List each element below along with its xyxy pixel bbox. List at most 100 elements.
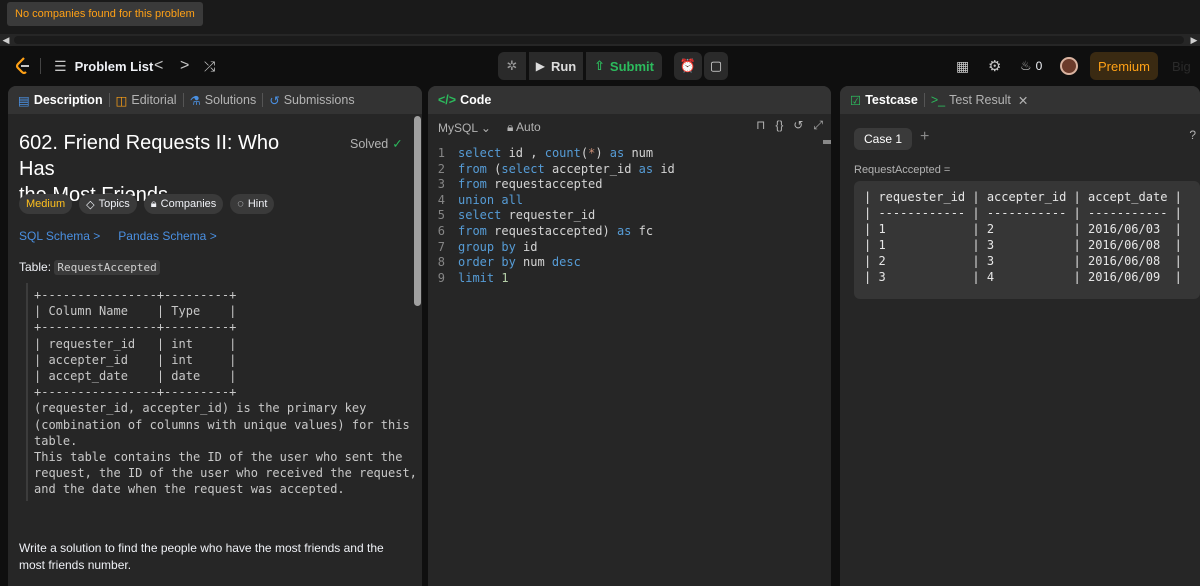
tab-editorial[interactable]: ◫ Editorial <box>116 93 177 108</box>
code-line[interactable]: 4 union all <box>428 193 818 209</box>
close-icon[interactable]: ✕ <box>1018 93 1028 108</box>
play-icon: ▶ <box>535 59 545 73</box>
chevron-right-icon: > <box>209 229 217 243</box>
code-text: group by id <box>458 239 538 254</box>
case-1-tab[interactable]: Case 1 <box>854 128 912 150</box>
avatar[interactable] <box>1060 46 1078 86</box>
solved-status: Solved ✓ <box>350 136 403 152</box>
problem-statement: Write a solution to find the people who … <box>19 541 384 572</box>
testcase-panel: ☑ Testcase >_ Test Result ✕ Case 1 + ? R… <box>840 86 1200 586</box>
chevron-down-icon: ⌄ <box>480 120 491 135</box>
code-panel-header: </> Code <box>428 86 831 114</box>
line-number: 1 <box>437 146 445 160</box>
book-icon: ◫ <box>115 93 128 108</box>
code-line[interactable]: 3 from requestaccepted <box>428 177 818 193</box>
braces-icon[interactable]: {} <box>775 118 783 133</box>
shuffle-icon[interactable]: ⤮ <box>204 46 215 86</box>
code-line[interactable]: 2 from (select accepter_id as id <box>428 162 818 178</box>
code-line[interactable]: 1 select id , count(*) as num <box>428 146 818 162</box>
reset-icon[interactable]: ↺ <box>793 118 803 133</box>
code-text: select requester_id <box>458 208 596 223</box>
big-text-fragment: Big <box>1172 58 1191 74</box>
schema-block: +----------------+---------+ | Column Na… <box>26 283 417 501</box>
streak-counter[interactable]: ♨ 0 <box>1020 46 1042 86</box>
prev-problem-button[interactable]: < <box>154 46 163 86</box>
scroll-right-icon[interactable]: ▶ <box>1188 34 1200 46</box>
run-controls: ✲ ▶ Run ⇧ Submit <box>498 52 662 80</box>
tag-icon: ◇ <box>86 198 95 211</box>
code-line[interactable]: 5 select requester_id <box>428 208 818 224</box>
gear-icon[interactable]: ⚙ <box>988 46 1001 86</box>
tab-solutions[interactable]: ⚗ Solutions <box>190 93 257 108</box>
bug-icon: ✲ <box>506 58 518 73</box>
tab-submissions[interactable]: ↺ Submissions <box>269 93 354 108</box>
line-number: 8 <box>437 255 445 270</box>
companies-pill[interactable]: 🔒︎ Companies <box>143 194 224 214</box>
help-icon[interactable]: ? <box>1189 128 1196 142</box>
schema-links: SQL Schema > Pandas Schema > <box>19 229 217 243</box>
sql-schema-link[interactable]: SQL Schema > <box>19 229 100 243</box>
chevron-right-icon: > <box>93 229 101 243</box>
line-number: 4 <box>437 192 445 207</box>
scroll-left-icon[interactable]: ◀ <box>0 34 12 46</box>
submit-button[interactable]: ⇧ Submit <box>586 52 662 80</box>
lock-icon: 🔒︎ <box>506 120 514 134</box>
line-number: 5 <box>437 208 445 223</box>
problem-list-button[interactable]: ☰ Problem List <box>54 46 153 86</box>
pandas-schema-link[interactable]: Pandas Schema > <box>118 229 216 243</box>
hint-pill[interactable]: ◌ Hint <box>230 194 275 214</box>
code-text: union all <box>458 192 524 207</box>
code-line[interactable]: 8 order by num desc <box>428 255 818 271</box>
run-button[interactable]: ▶ Run <box>529 52 583 80</box>
layout-icon[interactable]: ▦ <box>956 46 969 86</box>
topics-pill[interactable]: ◇ Topics <box>79 194 137 214</box>
history-icon: ↺ <box>269 93 280 108</box>
editor-toolbar: MySQL ⌄ 🔒︎ Auto <box>438 120 541 135</box>
fire-icon: ♨ <box>1020 58 1032 73</box>
tab-testcase[interactable]: ☑ Testcase <box>850 93 918 108</box>
lock-icon: 🔒︎ <box>150 197 157 210</box>
table-label: Table: RequestAccepted <box>19 260 160 275</box>
expand-icon[interactable]: ⤢ <box>813 118 823 133</box>
checkbox-icon: ☑ <box>850 93 862 108</box>
line-number: 2 <box>437 161 445 176</box>
debug-button[interactable]: ✲ <box>498 52 526 80</box>
tab-description[interactable]: ▤ Description <box>18 93 103 108</box>
terminal-icon: >_ <box>930 93 946 107</box>
difficulty-badge: Medium <box>19 194 73 214</box>
testcase-input[interactable]: | requester_id | accepter_id | accept_da… <box>854 181 1200 299</box>
description-scrollbar[interactable] <box>414 116 421 306</box>
editor-scroll-marker <box>823 140 831 144</box>
tab-code[interactable]: </> Code <box>438 93 491 107</box>
horizontal-scrollbar[interactable]: ◀ ▶ <box>0 34 1200 46</box>
flask-icon: ⚗ <box>189 93 201 108</box>
table-name-code: RequestAccepted <box>54 260 160 275</box>
next-problem-button[interactable]: > <box>180 46 189 86</box>
auto-mode[interactable]: 🔒︎ Auto <box>507 120 541 135</box>
bookmark-icon[interactable]: ⊓ <box>756 118 765 133</box>
input-label: RequestAccepted = <box>854 164 951 176</box>
line-number: 9 <box>437 270 445 285</box>
code-panel: </> Code MySQL ⌄ 🔒︎ Auto ⊓ {} ↺ ⤢ 1 selec… <box>428 86 831 586</box>
lightbulb-icon: ◌ <box>237 198 244 210</box>
code-line[interactable]: 7 group by id <box>428 240 818 256</box>
no-companies-notice: No companies found for this problem <box>7 2 203 26</box>
line-number: 7 <box>437 239 445 254</box>
premium-button[interactable]: Premium <box>1090 52 1158 80</box>
language-select[interactable]: MySQL ⌄ <box>438 121 491 135</box>
scroll-thumb[interactable] <box>14 36 1184 44</box>
code-editor[interactable]: 1 select id , count(*) as num 2 from (selec… <box>428 146 818 286</box>
alarm-button[interactable]: ⏰ <box>674 52 702 80</box>
description-panel: ▤ Description ◫ Editorial ⚗ Solutions ↺ … <box>8 86 422 586</box>
code-line[interactable]: 6 from requestaccepted) as fc <box>428 224 818 240</box>
description-icon: ▤ <box>18 93 30 108</box>
code-line[interactable]: 9 limit 1 <box>428 271 818 287</box>
note-icon: ▢ <box>709 58 723 73</box>
leetcode-logo[interactable] <box>14 46 32 86</box>
top-nav: ☰ Problem List < > ⤮ ✲ ▶ Run ⇧ Submit ⏰ … <box>0 46 1200 86</box>
code-text: from (select accepter_id as id <box>458 161 675 176</box>
notes-button[interactable]: ▢ <box>704 52 728 80</box>
testcase-tabs: ☑ Testcase >_ Test Result ✕ <box>840 86 1200 114</box>
add-case-button[interactable]: + <box>920 128 929 146</box>
tab-test-result[interactable]: >_ Test Result ✕ <box>931 93 1029 108</box>
